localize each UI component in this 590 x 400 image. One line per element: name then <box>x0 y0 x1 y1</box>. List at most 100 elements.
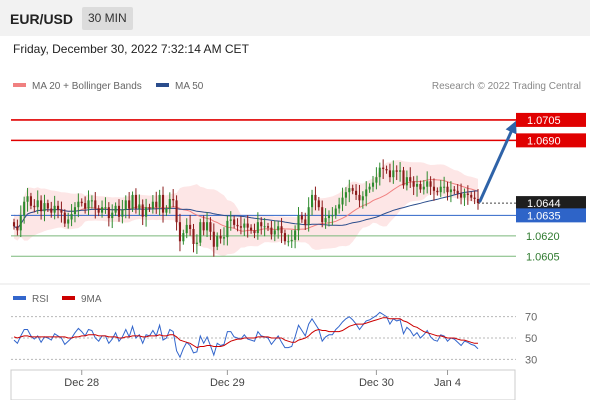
level-labels: 1.0705 1.0690 1.06441.0635 1.0620 1.0605 <box>516 112 586 263</box>
candle-body <box>263 226 266 228</box>
candle-body <box>226 220 229 238</box>
candle-body <box>206 222 209 231</box>
candle-body <box>155 201 158 208</box>
candle-body <box>432 186 436 191</box>
candle-body <box>314 194 317 201</box>
candle-body <box>63 212 66 224</box>
candle-body <box>290 239 293 242</box>
candle-body <box>192 229 195 244</box>
candle-body <box>131 194 134 209</box>
candle-body <box>97 208 100 213</box>
candle-body <box>56 205 60 210</box>
candle-body <box>409 177 412 182</box>
candle-body <box>253 230 256 234</box>
candle-body <box>107 207 110 219</box>
candle-body <box>36 200 39 208</box>
candle-body <box>412 181 415 187</box>
candle-body <box>382 167 385 169</box>
candle-body <box>463 193 466 198</box>
candle-body <box>399 170 402 172</box>
rsi-ma-line <box>13 317 478 349</box>
resistance-label: 1.0705 <box>527 115 561 127</box>
x-axis: Dec 28 Dec 29 Dec 30 Jan 4 <box>64 370 461 389</box>
candle-body <box>229 219 232 221</box>
candle-body <box>405 177 408 186</box>
candle-body <box>195 242 198 244</box>
candle-body <box>266 226 270 228</box>
candle-body <box>388 170 391 178</box>
support-label: 1.0605 <box>526 251 560 263</box>
candle-body <box>209 222 212 232</box>
candle-body <box>429 181 432 187</box>
candle-body <box>239 226 242 228</box>
candle-body <box>250 227 253 231</box>
candle-body <box>436 190 439 193</box>
pivot-label: 1.0635 <box>527 210 561 222</box>
candle-body <box>73 207 77 214</box>
candle-body <box>19 215 22 231</box>
candle-body <box>138 204 141 209</box>
candle-body <box>128 200 131 209</box>
candle-body <box>287 241 290 243</box>
candle-body <box>141 204 144 217</box>
candle-body <box>422 186 425 190</box>
candle-body <box>101 207 104 213</box>
candle-body <box>67 219 70 224</box>
rsi-line <box>13 311 479 359</box>
resistance-label: 1.0690 <box>527 135 561 147</box>
forecast-arrow-shaft <box>478 130 513 203</box>
candle-body <box>16 226 19 231</box>
candle-body <box>94 200 97 209</box>
candle-body <box>260 222 263 227</box>
candle-body <box>256 222 259 234</box>
candle-body <box>189 224 192 229</box>
candle-body <box>402 170 405 186</box>
candle-body <box>165 208 168 213</box>
rsi-tick-label: 70 <box>525 312 537 324</box>
candle-body <box>392 170 395 178</box>
rsi-tick-label: 30 <box>525 354 537 366</box>
candle-body <box>12 222 16 227</box>
candle-body <box>334 208 337 216</box>
candle-body <box>182 233 185 242</box>
rsi-tick-label: 50 <box>525 333 537 345</box>
candle-body <box>222 237 226 239</box>
candle-body <box>185 224 188 234</box>
candle-body <box>415 184 419 187</box>
candle-body <box>161 194 165 213</box>
candle-body <box>87 200 90 209</box>
candle-body <box>368 186 371 190</box>
candle-body <box>80 201 83 204</box>
candle-body <box>294 230 297 240</box>
candle-body <box>446 186 449 193</box>
candle-body <box>117 205 121 217</box>
candle-body <box>202 222 205 231</box>
candle-body <box>344 192 347 198</box>
candle-body <box>243 223 246 228</box>
candle-body <box>321 207 324 223</box>
candle-body <box>338 204 341 209</box>
candle-body <box>134 194 137 209</box>
candle-body <box>297 215 300 231</box>
candle-body <box>121 209 124 217</box>
x-tick-label: Jan 4 <box>434 377 461 389</box>
candle-body <box>175 200 178 223</box>
candle-body <box>145 207 148 217</box>
candle-body <box>148 207 151 209</box>
candle-body <box>246 223 249 228</box>
candle-body <box>443 186 446 188</box>
support-label: 1.0620 <box>526 231 560 243</box>
candle-body <box>270 227 273 235</box>
candle-body <box>277 226 280 231</box>
forecast-arrow <box>478 120 517 203</box>
candle-body <box>104 207 107 209</box>
candle-body <box>449 189 452 193</box>
candle-body <box>33 205 36 208</box>
candle-body <box>26 196 29 202</box>
candle-body <box>53 205 56 213</box>
candle-body <box>70 214 73 220</box>
candle-body <box>348 188 351 193</box>
x-tick-label: Dec 28 <box>64 377 99 389</box>
candle-body <box>361 196 364 201</box>
candle-body <box>371 182 375 187</box>
